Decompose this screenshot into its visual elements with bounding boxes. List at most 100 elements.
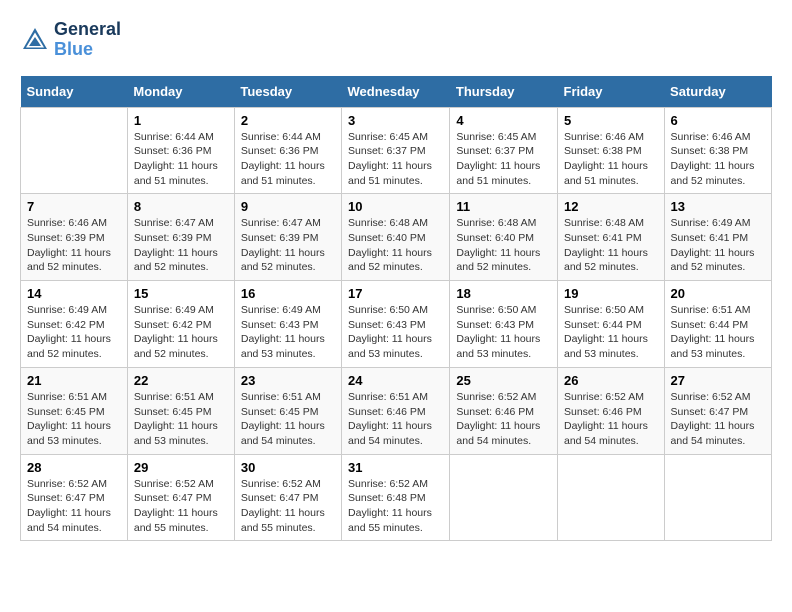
day-info: Sunrise: 6:44 AM Sunset: 6:36 PM Dayligh… bbox=[241, 130, 335, 189]
day-info: Sunrise: 6:44 AM Sunset: 6:36 PM Dayligh… bbox=[134, 130, 228, 189]
calendar-cell: 22 Sunrise: 6:51 AM Sunset: 6:45 PM Dayli… bbox=[127, 367, 234, 454]
calendar-week-row: 21 Sunrise: 6:51 AM Sunset: 6:45 PM Dayli… bbox=[21, 367, 772, 454]
calendar-cell bbox=[450, 454, 558, 541]
calendar-cell bbox=[664, 454, 771, 541]
day-number: 28 bbox=[27, 460, 121, 475]
calendar-cell: 2 Sunrise: 6:44 AM Sunset: 6:36 PM Daylig… bbox=[234, 107, 341, 194]
weekday-header-sunday: Sunday bbox=[21, 76, 128, 108]
day-info: Sunrise: 6:52 AM Sunset: 6:46 PM Dayligh… bbox=[456, 390, 551, 449]
day-info: Sunrise: 6:48 AM Sunset: 6:40 PM Dayligh… bbox=[456, 216, 551, 275]
calendar-cell: 19 Sunrise: 6:50 AM Sunset: 6:44 PM Dayli… bbox=[558, 281, 665, 368]
day-number: 29 bbox=[134, 460, 228, 475]
day-info: Sunrise: 6:52 AM Sunset: 6:47 PM Dayligh… bbox=[134, 477, 228, 536]
calendar-cell: 14 Sunrise: 6:49 AM Sunset: 6:42 PM Dayli… bbox=[21, 281, 128, 368]
calendar-cell: 20Sunrise: 6:51 AM Sunset: 6:44 PM Dayli… bbox=[664, 281, 771, 368]
day-number: 27 bbox=[671, 373, 765, 388]
day-number: 8 bbox=[134, 199, 228, 214]
calendar-cell: 25 Sunrise: 6:52 AM Sunset: 6:46 PM Dayli… bbox=[450, 367, 558, 454]
page-header: General Blue bbox=[20, 20, 772, 60]
day-number: 24 bbox=[348, 373, 443, 388]
day-number: 10 bbox=[348, 199, 443, 214]
day-number: 21 bbox=[27, 373, 121, 388]
day-info: Sunrise: 6:49 AM Sunset: 6:42 PM Dayligh… bbox=[134, 303, 228, 362]
day-info: Sunrise: 6:50 AM Sunset: 6:43 PM Dayligh… bbox=[348, 303, 443, 362]
day-number: 17 bbox=[348, 286, 443, 301]
day-info: Sunrise: 6:49 AM Sunset: 6:42 PM Dayligh… bbox=[27, 303, 121, 362]
calendar-cell: 13 Sunrise: 6:49 AM Sunset: 6:41 PM Dayli… bbox=[664, 194, 771, 281]
day-info: Sunrise: 6:46 AM Sunset: 6:38 PM Dayligh… bbox=[671, 130, 765, 189]
day-info: Sunrise: 6:49 AM Sunset: 6:41 PM Dayligh… bbox=[671, 216, 765, 275]
day-info: Sunrise: 6:52 AM Sunset: 6:47 PM Dayligh… bbox=[241, 477, 335, 536]
calendar-week-row: 1 Sunrise: 6:44 AM Sunset: 6:36 PM Daylig… bbox=[21, 107, 772, 194]
day-number: 7 bbox=[27, 199, 121, 214]
weekday-header-friday: Friday bbox=[558, 76, 665, 108]
day-number: 11 bbox=[456, 199, 551, 214]
calendar-cell bbox=[21, 107, 128, 194]
calendar-cell: 4Sunrise: 6:45 AM Sunset: 6:37 PM Daylig… bbox=[450, 107, 558, 194]
calendar-cell: 18 Sunrise: 6:50 AM Sunset: 6:43 PM Dayli… bbox=[450, 281, 558, 368]
day-info: Sunrise: 6:50 AM Sunset: 6:44 PM Dayligh… bbox=[564, 303, 658, 362]
day-number: 5 bbox=[564, 113, 658, 128]
calendar-week-row: 28 Sunrise: 6:52 AM Sunset: 6:47 PM Dayli… bbox=[21, 454, 772, 541]
day-info: Sunrise: 6:51 AM Sunset: 6:45 PM Dayligh… bbox=[134, 390, 228, 449]
calendar-cell: 5 Sunrise: 6:46 AM Sunset: 6:38 PM Daylig… bbox=[558, 107, 665, 194]
day-number: 14 bbox=[27, 286, 121, 301]
day-number: 16 bbox=[241, 286, 335, 301]
calendar-cell: 3Sunrise: 6:45 AM Sunset: 6:37 PM Daylig… bbox=[342, 107, 450, 194]
weekday-header-saturday: Saturday bbox=[664, 76, 771, 108]
calendar-cell bbox=[558, 454, 665, 541]
day-info: Sunrise: 6:46 AM Sunset: 6:39 PM Dayligh… bbox=[27, 216, 121, 275]
weekday-header-row: SundayMondayTuesdayWednesdayThursdayFrid… bbox=[21, 76, 772, 108]
calendar-cell: 17 Sunrise: 6:50 AM Sunset: 6:43 PM Dayli… bbox=[342, 281, 450, 368]
calendar-week-row: 7 Sunrise: 6:46 AM Sunset: 6:39 PM Daylig… bbox=[21, 194, 772, 281]
calendar-cell: 31 Sunrise: 6:52 AM Sunset: 6:48 PM Dayli… bbox=[342, 454, 450, 541]
weekday-header-thursday: Thursday bbox=[450, 76, 558, 108]
day-info: Sunrise: 6:50 AM Sunset: 6:43 PM Dayligh… bbox=[456, 303, 551, 362]
calendar-cell: 7 Sunrise: 6:46 AM Sunset: 6:39 PM Daylig… bbox=[21, 194, 128, 281]
day-info: Sunrise: 6:47 AM Sunset: 6:39 PM Dayligh… bbox=[241, 216, 335, 275]
weekday-header-wednesday: Wednesday bbox=[342, 76, 450, 108]
day-number: 31 bbox=[348, 460, 443, 475]
calendar-cell: 21 Sunrise: 6:51 AM Sunset: 6:45 PM Dayli… bbox=[21, 367, 128, 454]
day-info: Sunrise: 6:51 AM Sunset: 6:46 PM Dayligh… bbox=[348, 390, 443, 449]
day-number: 12 bbox=[564, 199, 658, 214]
day-number: 15 bbox=[134, 286, 228, 301]
weekday-header-monday: Monday bbox=[127, 76, 234, 108]
calendar-body: 1 Sunrise: 6:44 AM Sunset: 6:36 PM Daylig… bbox=[21, 107, 772, 541]
logo: General Blue bbox=[20, 20, 121, 60]
day-info: Sunrise: 6:51 AM Sunset: 6:45 PM Dayligh… bbox=[241, 390, 335, 449]
day-info: Sunrise: 6:52 AM Sunset: 6:48 PM Dayligh… bbox=[348, 477, 443, 536]
day-number: 22 bbox=[134, 373, 228, 388]
calendar-cell: 6 Sunrise: 6:46 AM Sunset: 6:38 PM Daylig… bbox=[664, 107, 771, 194]
calendar-table: SundayMondayTuesdayWednesdayThursdayFrid… bbox=[20, 76, 772, 542]
calendar-cell: 30 Sunrise: 6:52 AM Sunset: 6:47 PM Dayli… bbox=[234, 454, 341, 541]
calendar-header: SundayMondayTuesdayWednesdayThursdayFrid… bbox=[21, 76, 772, 108]
day-info: Sunrise: 6:52 AM Sunset: 6:46 PM Dayligh… bbox=[564, 390, 658, 449]
day-number: 2 bbox=[241, 113, 335, 128]
calendar-cell: 12Sunrise: 6:48 AM Sunset: 6:41 PM Dayli… bbox=[558, 194, 665, 281]
day-info: Sunrise: 6:48 AM Sunset: 6:40 PM Dayligh… bbox=[348, 216, 443, 275]
calendar-cell: 29 Sunrise: 6:52 AM Sunset: 6:47 PM Dayli… bbox=[127, 454, 234, 541]
day-number: 1 bbox=[134, 113, 228, 128]
calendar-cell: 26Sunrise: 6:52 AM Sunset: 6:46 PM Dayli… bbox=[558, 367, 665, 454]
day-number: 23 bbox=[241, 373, 335, 388]
day-number: 4 bbox=[456, 113, 551, 128]
day-number: 25 bbox=[456, 373, 551, 388]
calendar-cell: 28 Sunrise: 6:52 AM Sunset: 6:47 PM Dayli… bbox=[21, 454, 128, 541]
calendar-cell: 8 Sunrise: 6:47 AM Sunset: 6:39 PM Daylig… bbox=[127, 194, 234, 281]
day-info: Sunrise: 6:47 AM Sunset: 6:39 PM Dayligh… bbox=[134, 216, 228, 275]
calendar-cell: 24 Sunrise: 6:51 AM Sunset: 6:46 PM Dayli… bbox=[342, 367, 450, 454]
day-number: 30 bbox=[241, 460, 335, 475]
day-info: Sunrise: 6:52 AM Sunset: 6:47 PM Dayligh… bbox=[27, 477, 121, 536]
calendar-cell: 1 Sunrise: 6:44 AM Sunset: 6:36 PM Daylig… bbox=[127, 107, 234, 194]
day-info: Sunrise: 6:51 AM Sunset: 6:45 PM Dayligh… bbox=[27, 390, 121, 449]
day-number: 19 bbox=[564, 286, 658, 301]
day-number: 3 bbox=[348, 113, 443, 128]
logo-icon bbox=[20, 25, 50, 55]
day-info: Sunrise: 6:46 AM Sunset: 6:38 PM Dayligh… bbox=[564, 130, 658, 189]
day-number: 18 bbox=[456, 286, 551, 301]
day-number: 6 bbox=[671, 113, 765, 128]
day-number: 13 bbox=[671, 199, 765, 214]
calendar-cell: 9Sunrise: 6:47 AM Sunset: 6:39 PM Daylig… bbox=[234, 194, 341, 281]
calendar-cell: 10 Sunrise: 6:48 AM Sunset: 6:40 PM Dayli… bbox=[342, 194, 450, 281]
